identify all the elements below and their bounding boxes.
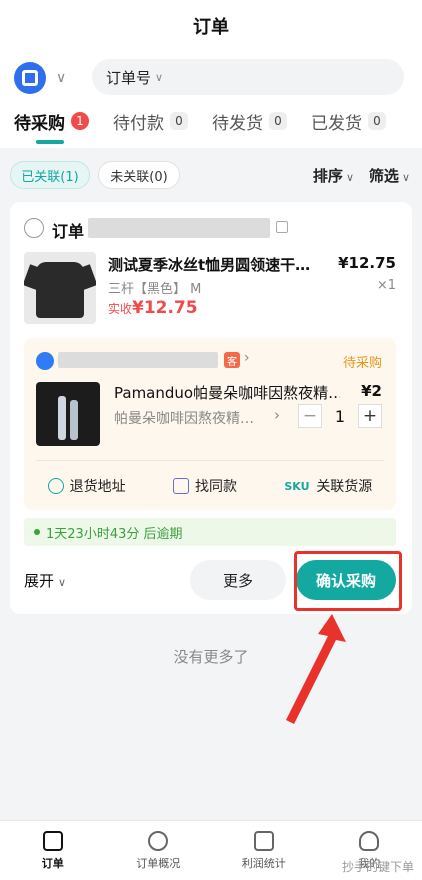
shop-name-redacted (58, 352, 218, 368)
tab-count-badge: 0 (269, 112, 287, 130)
sku-icon: SKU (284, 479, 310, 493)
no-more-text: 没有更多了 (173, 648, 249, 666)
chevron-down-icon: ∨ (155, 70, 164, 84)
find-same-label: 找同款 (194, 479, 237, 495)
user-icon (359, 831, 380, 851)
search-field-label: 订单号 (106, 68, 152, 87)
chevron-down-icon: ∨ (58, 576, 67, 589)
source-product-image[interactable] (36, 382, 100, 446)
search-input[interactable]: 订单号 ∨ (92, 59, 404, 95)
return-address-button[interactable]: 退货地址 (47, 476, 126, 496)
link-source-label: 关联货源 (316, 479, 373, 495)
source-product-spec-selector[interactable]: 帕曼朵咖啡因熬夜精… (114, 408, 284, 428)
divider (36, 460, 384, 461)
find-same-button[interactable]: 找同款 (172, 476, 237, 496)
increase-quantity-button[interactable]: + (358, 404, 382, 428)
annotation-highlight-box (294, 551, 402, 611)
linked-filter-chip[interactable]: 已关联(1) (10, 161, 90, 189)
chevron-down-icon: ∨ (401, 171, 410, 184)
tab-count-badge: 0 (368, 112, 386, 130)
tab-label: 待付款 (113, 113, 164, 134)
tab-count-badge: 0 (170, 112, 188, 130)
expand-label: 展开 (24, 572, 55, 590)
sort-label: 排序 (312, 167, 343, 185)
tab-label: 订单 (41, 857, 64, 870)
more-button[interactable]: 更多 (190, 560, 286, 600)
tab-pending-purchase[interactable]: 待采购 1 (14, 102, 89, 144)
order-status-tabs: 待采购 1 待付款 0 待发货 0 已发货 0 (0, 102, 422, 148)
annotation-arrow-icon (286, 614, 346, 724)
tab-label: 待发货 (212, 113, 263, 134)
tab-label: 待采购 (14, 113, 65, 134)
order-label: 订单 (52, 222, 85, 241)
tab-label: 利润统计 (241, 857, 286, 870)
sort-button[interactable]: 排序 ∨ (313, 165, 354, 186)
chart-icon (253, 831, 274, 851)
product-spec: 三杆【黑色】 M (108, 282, 202, 297)
decrease-quantity-button[interactable]: − (298, 404, 322, 428)
shop-switch-chevron-icon[interactable]: ∨ (56, 70, 66, 86)
supplier-avatar-icon (36, 352, 54, 370)
actual-received: 实收¥12.75 (108, 298, 198, 318)
tab-orders[interactable]: 订单 (0, 821, 106, 880)
copy-icon[interactable] (276, 221, 288, 233)
link-source-button[interactable]: SKU 关联货源 (284, 476, 372, 496)
tab-pending-shipment[interactable]: 待发货 0 (212, 102, 287, 140)
heart-icon (148, 831, 169, 851)
purchase-source-box: 客 › 待采购 Pamanduo帕曼朵咖啡因熬夜精… ¥2 帕曼朵咖啡因熬夜精…… (24, 338, 396, 510)
chevron-right-icon[interactable]: › (274, 406, 280, 424)
tab-profit-stats[interactable]: 利润统计 (211, 821, 317, 880)
unlinked-filter-chip[interactable]: 未关联(0) (98, 161, 180, 189)
tab-pending-payment[interactable]: 待付款 0 (113, 102, 188, 140)
order-number-redacted (88, 218, 270, 238)
shop-logo-icon[interactable] (14, 62, 46, 94)
product-qty: ×1 (376, 278, 396, 293)
actual-received-amount: ¥12.75 (132, 298, 198, 318)
status-dot-icon (34, 529, 40, 535)
expand-button[interactable]: 展开 ∨ (24, 570, 66, 591)
return-address-label: 退货地址 (69, 479, 126, 495)
shop-type-tag: 客 (224, 352, 240, 368)
tab-count-badge: 1 (71, 112, 89, 130)
quantity-stepper: − 1 + (298, 404, 382, 428)
tab-label: 已发货 (311, 113, 362, 134)
product-title[interactable]: 测试夏季冰丝t恤男圆领速干… (108, 254, 328, 275)
order-select-checkbox[interactable] (24, 218, 44, 238)
quantity-value[interactable]: 1 (322, 407, 358, 426)
filter-button[interactable]: 筛选 ∨ (369, 165, 410, 186)
filter-bar: 已关联(1) 未关联(0) 排序 ∨ 筛选 ∨ (0, 148, 422, 202)
page-header: 订单 (0, 0, 422, 52)
tab-label: 订单概况 (136, 857, 181, 870)
scan-icon (172, 478, 189, 494)
search-bar: ∨ 订单号 ∨ (0, 52, 422, 102)
source-actions: 退货地址 找同款 SKU 关联货源 (24, 474, 396, 498)
deadline-text: 1天23小时43分 后逾期 (46, 526, 183, 542)
source-product-price: ¥2 (361, 382, 382, 400)
tab-shipped[interactable]: 已发货 0 (311, 102, 386, 140)
check-shield-icon (47, 478, 64, 494)
product-price: ¥12.75 (338, 254, 396, 272)
deadline-notice: 1天23小时43分 后逾期 (24, 518, 396, 546)
actual-received-label: 实收 (108, 302, 133, 316)
chevron-right-icon[interactable]: › (244, 350, 250, 366)
purchase-status: 待采购 (342, 356, 382, 371)
watermark: 抄手的键下单 (341, 860, 414, 874)
source-product-title[interactable]: Pamanduo帕曼朵咖啡因熬夜精… (114, 382, 340, 403)
filter-label: 筛选 (368, 167, 399, 185)
order-icon (42, 831, 63, 851)
page-title: 订单 (193, 17, 229, 38)
product-image[interactable] (24, 252, 96, 324)
active-tab-indicator (36, 140, 64, 144)
chevron-down-icon: ∨ (345, 171, 354, 184)
tab-order-overview[interactable]: 订单概况 (106, 821, 212, 880)
